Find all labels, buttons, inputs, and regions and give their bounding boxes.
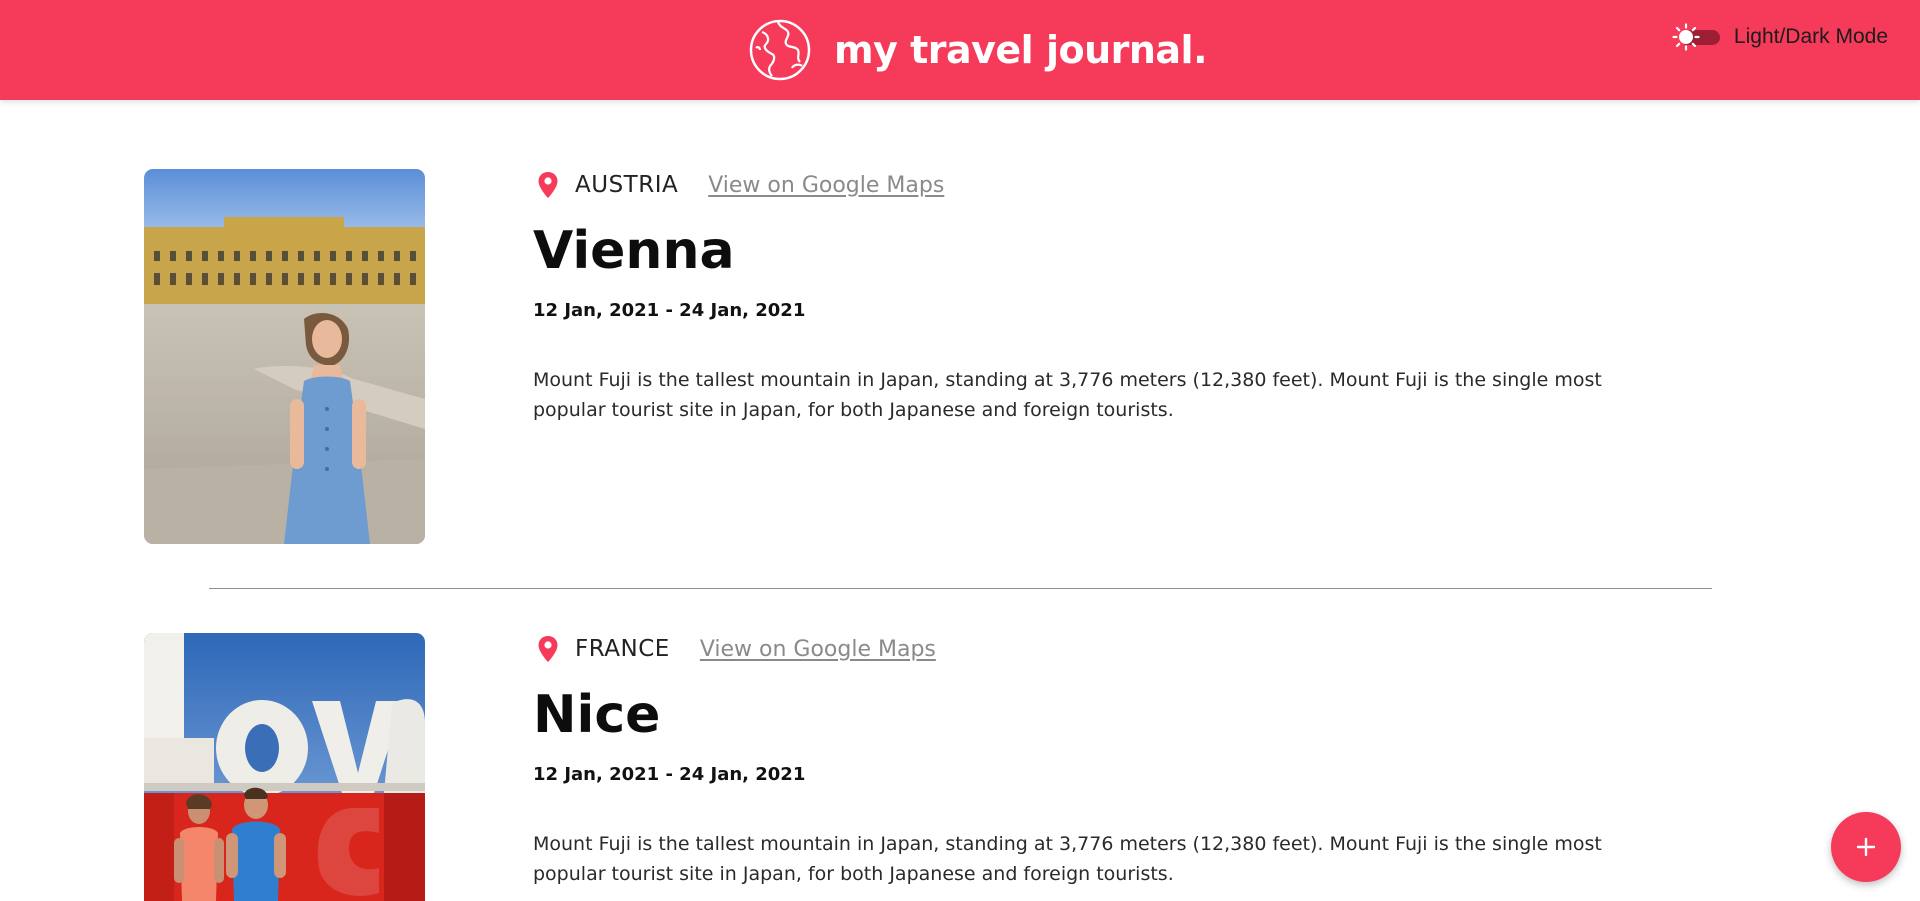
- brand: my travel journal.: [748, 18, 1208, 82]
- app-header: my travel journal. Light/Dark Mode: [0, 0, 1920, 100]
- entry-city: Nice: [533, 685, 661, 745]
- add-entry-button[interactable]: [1831, 812, 1901, 882]
- theme-switch[interactable]: [1672, 23, 1720, 51]
- entry-country: AUSTRIA: [575, 172, 679, 198]
- google-maps-link[interactable]: View on Google Maps: [708, 173, 944, 198]
- love-sign-photo: [144, 633, 425, 901]
- location-row: AUSTRIA View on Google Maps: [533, 168, 1633, 202]
- entry-city: Vienna: [533, 221, 735, 281]
- palace-photo: [144, 169, 425, 544]
- app-title: my travel journal.: [834, 28, 1208, 72]
- map-pin-icon: [538, 636, 558, 662]
- entry-divider: [209, 588, 1712, 589]
- entry-description: Mount Fuji is the tallest mountain in Ja…: [533, 369, 1602, 421]
- theme-toggle[interactable]: Light/Dark Mode: [1672, 22, 1888, 52]
- entry-photo: [144, 169, 425, 544]
- entry-photo: [144, 633, 425, 901]
- plus-icon: [1856, 837, 1876, 857]
- globe-icon: [749, 19, 811, 81]
- entry-dates: 12 Jan, 2021 - 24 Jan, 2021: [533, 764, 806, 785]
- theme-toggle-label: Light/Dark Mode: [1733, 25, 1888, 48]
- entry-dates: 12 Jan, 2021 - 24 Jan, 2021: [533, 300, 806, 321]
- entry-details: FRANCE View on Google Maps Nice 12 Jan, …: [533, 632, 1633, 889]
- google-maps-link[interactable]: View on Google Maps: [700, 637, 936, 662]
- entry-description: Mount Fuji is the tallest mountain in Ja…: [533, 833, 1602, 885]
- map-pin-icon: [538, 172, 558, 198]
- sun-icon: [1672, 23, 1700, 51]
- entry-details: AUSTRIA View on Google Maps Vienna 12 Ja…: [533, 168, 1633, 425]
- entry-country: FRANCE: [575, 636, 670, 662]
- location-row: FRANCE View on Google Maps: [533, 632, 1633, 666]
